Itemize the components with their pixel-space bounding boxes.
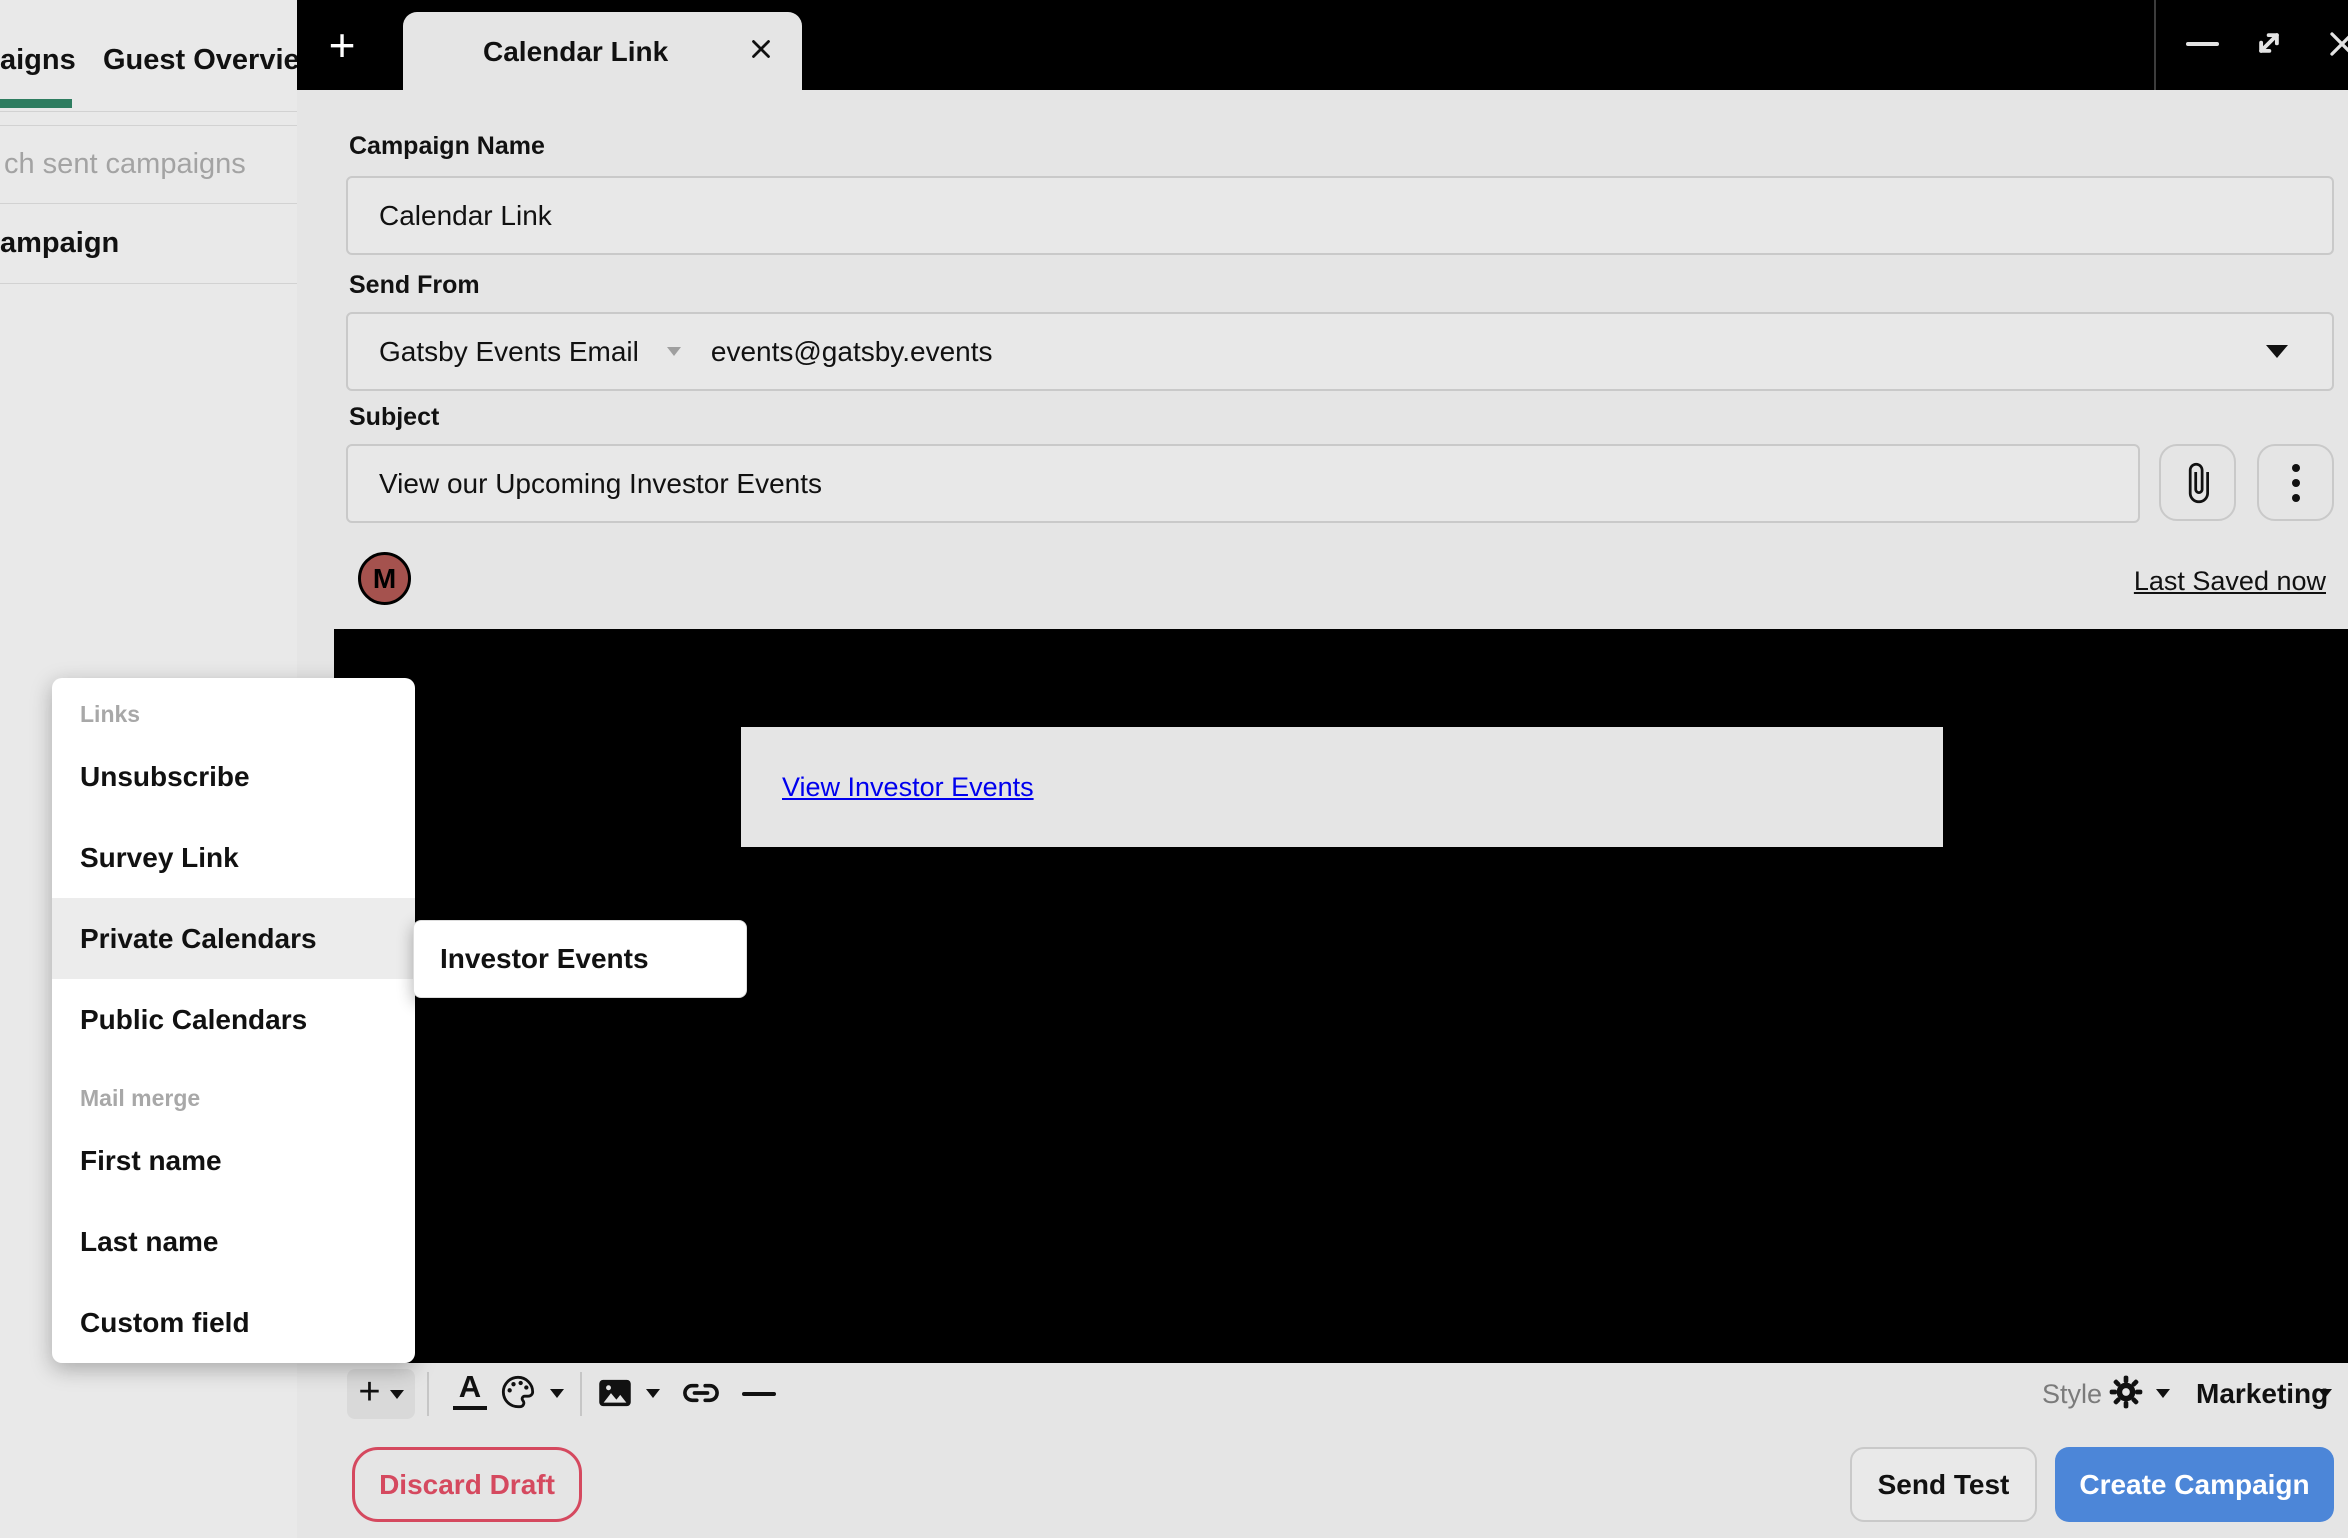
bg-tab-campaigns[interactable]: aigns [0, 44, 76, 76]
theme-select[interactable]: Marketing [2196, 1378, 2328, 1409]
active-tab-underline [0, 99, 72, 108]
links-dropdown-menu: Links Unsubscribe Survey Link Private Ca… [52, 678, 415, 1363]
submenu-label: Investor Events [440, 943, 649, 975]
plus-icon: + [358, 1373, 380, 1411]
chevron-down-icon[interactable] [550, 1389, 564, 1398]
send-from-label: Send From [349, 272, 480, 299]
send-from-email: events@gatsby.events [711, 336, 993, 368]
paperclip-icon [2176, 461, 2220, 505]
minimize-icon[interactable] [2186, 42, 2219, 46]
avatar: M [358, 552, 411, 605]
menu-item-first-name[interactable]: First name [52, 1120, 415, 1201]
attach-button[interactable] [2159, 444, 2236, 521]
link-icon [678, 1370, 724, 1416]
chevron-down-icon [2266, 345, 2288, 358]
subject-input[interactable]: View our Upcoming Investor Events [346, 444, 2140, 523]
divider [0, 283, 298, 284]
insert-link-button[interactable] [678, 1370, 724, 1421]
bg-tab-guest-overview[interactable]: Guest Overview [103, 44, 322, 76]
chevron-down-icon [390, 1390, 404, 1399]
chevron-down-icon[interactable] [2156, 1389, 2170, 1398]
create-campaign-button[interactable]: Create Campaign [2055, 1447, 2334, 1522]
chevron-down-icon[interactable] [2318, 1389, 2332, 1398]
insert-button[interactable]: + [347, 1369, 415, 1419]
close-icon[interactable] [2322, 24, 2348, 69]
send-from-account: Gatsby Events Email [379, 336, 639, 368]
divider [0, 125, 298, 126]
campaign-name-label: Campaign Name [349, 133, 545, 160]
insert-image-button[interactable] [594, 1372, 636, 1419]
gear-icon [2106, 1372, 2146, 1412]
campaign-name-value: Calendar Link [379, 200, 552, 232]
subject-label: Subject [349, 404, 439, 431]
menu-item-private-calendars[interactable]: Private Calendars [52, 898, 415, 979]
subject-value: View our Upcoming Investor Events [379, 468, 822, 500]
new-tab-button[interactable]: + [318, 16, 366, 74]
style-label: Style [2042, 1379, 2102, 1409]
palette-icon [498, 1372, 538, 1412]
divider [2154, 0, 2156, 90]
email-content-block[interactable]: View Investor Events [741, 727, 1943, 847]
menu-section-links: Links [52, 692, 415, 736]
last-saved-link[interactable]: Last Saved now [2000, 566, 2326, 596]
menu-item-last-name[interactable]: Last name [52, 1201, 415, 1282]
submenu-investor-events[interactable]: Investor Events [413, 920, 747, 998]
divider [427, 1372, 429, 1416]
divider [580, 1372, 582, 1416]
menu-section-mail-merge: Mail merge [52, 1060, 415, 1120]
investor-events-link[interactable]: View Investor Events [782, 772, 1034, 803]
campaign-list-row[interactable]: ampaign [0, 227, 119, 259]
divider [0, 203, 298, 204]
plus-icon: + [329, 18, 356, 72]
tab-title: Calendar Link [483, 37, 668, 67]
expand-icon[interactable] [2248, 22, 2290, 69]
chevron-down-icon[interactable] [646, 1389, 660, 1398]
campaign-name-input[interactable]: Calendar Link [346, 176, 2334, 255]
chevron-down-icon [667, 347, 681, 356]
discard-draft-button[interactable]: Discard Draft [352, 1447, 582, 1522]
text-color-underline [453, 1406, 487, 1410]
search-sent-campaigns-input[interactable]: ch sent campaigns [4, 148, 246, 180]
text-color-icon: A [452, 1370, 488, 1403]
screen: aigns Guest Overview ch sent campaigns a… [0, 0, 2348, 1538]
menu-item-unsubscribe[interactable]: Unsubscribe [52, 736, 415, 817]
more-options-button[interactable] [2257, 444, 2334, 521]
send-test-button[interactable]: Send Test [1850, 1447, 2037, 1522]
text-color-button[interactable]: A [452, 1370, 488, 1410]
kebab-menu-icon [2292, 464, 2300, 502]
theme-color-button[interactable] [498, 1372, 538, 1417]
menu-item-public-calendars[interactable]: Public Calendars [52, 979, 415, 1060]
image-icon [594, 1372, 636, 1414]
style-settings-button[interactable] [2106, 1372, 2146, 1417]
menu-item-survey-link[interactable]: Survey Link [52, 817, 415, 898]
divider [0, 111, 298, 112]
menu-item-custom-field[interactable]: Custom field [52, 1282, 415, 1363]
send-from-select[interactable]: Gatsby Events Email events@gatsby.events [346, 312, 2334, 391]
tab-close-icon[interactable] [746, 34, 776, 69]
avatar-initial: M [373, 563, 396, 595]
horizontal-rule-button[interactable] [742, 1392, 776, 1396]
